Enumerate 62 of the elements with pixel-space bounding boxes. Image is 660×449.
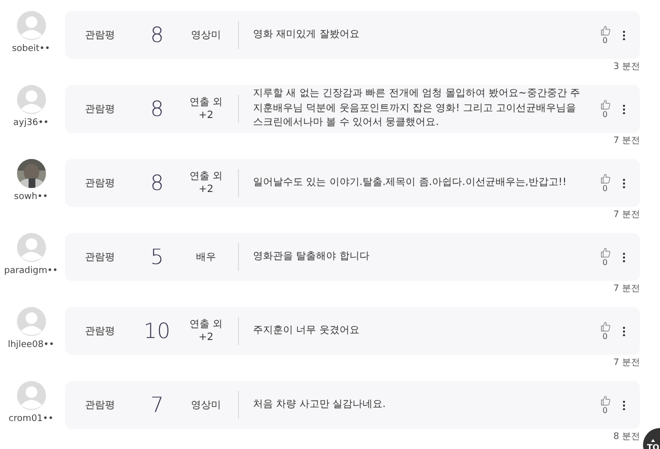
point-tag: 배우 (196, 250, 216, 264)
score: 8 (149, 171, 165, 195)
review-label: 관람평 (85, 29, 116, 42)
point-extra: +2 (198, 331, 214, 344)
avatar-icon (16, 85, 46, 114)
score: 5 (149, 245, 165, 269)
review-label: 관람평 (85, 251, 116, 264)
time-ago: 7 분전 (613, 284, 640, 294)
like-count: 0 (602, 332, 608, 341)
more-icon[interactable] (622, 178, 626, 188)
avatar-icon (16, 381, 46, 410)
point-tag: 연출 외 (189, 318, 223, 331)
like-count: 0 (602, 110, 608, 119)
point-extra: +2 (198, 183, 214, 196)
more-icon[interactable] (622, 104, 626, 114)
review-text: 주지훈이 너무 웃겼어요 (253, 324, 360, 338)
avatar-icon (16, 233, 46, 262)
username: paradigm•• (4, 266, 58, 276)
more-icon[interactable] (622, 400, 626, 410)
point-extra: +2 (198, 109, 214, 122)
review-label: 관람평 (85, 103, 116, 116)
score: 8 (149, 97, 165, 121)
time-ago: 3 분전 (613, 62, 640, 72)
score: 10 (142, 319, 172, 343)
thumbs-up-icon[interactable] (600, 321, 610, 332)
review-text: 일어날수도 있는 이야기.탈출.제목이 좀.아쉽다.이선균배우는,반갑고!! (253, 176, 568, 190)
time-ago: 8 분전 (613, 432, 640, 442)
like-count: 0 (602, 36, 608, 45)
username: sobeit•• (12, 44, 50, 54)
avatar-icon (16, 11, 46, 40)
time-ago: 7 분전 (613, 210, 640, 220)
review-text: 지루할 새 없는 긴장감과 빠른 전개에 엄청 몰입하여 봤어요~중간중간 주지훈배우님 덕분에 웃음포인트까지 잡은 영화! 그리고 고이선균배우님을 스크린에서나마 볼 수 있어서 뭉클했어요. (253, 87, 581, 130)
review-text: 영화 재미있게 잘봤어요 (253, 28, 360, 42)
thumbs-up-icon[interactable] (600, 99, 610, 110)
username: sowh•• (14, 192, 48, 202)
review-text: 영화관을 탈출해야 합니다 (253, 250, 370, 264)
avatar-icon (16, 307, 46, 336)
username: lhjlee08•• (8, 340, 54, 350)
time-ago: 7 분전 (613, 358, 640, 368)
review-label: 관람평 (85, 399, 116, 412)
thumbs-up-icon[interactable] (600, 247, 610, 258)
point-tag: 영상미 (191, 28, 221, 42)
time-ago: 7 분전 (613, 136, 640, 146)
point-tag: 영상미 (191, 398, 221, 412)
review-label: 관람평 (85, 325, 116, 338)
point-tag: 연출 외 (189, 170, 223, 183)
thumbs-up-icon[interactable] (600, 25, 610, 36)
more-icon[interactable] (622, 326, 626, 336)
review-label: 관람평 (85, 177, 116, 190)
more-icon[interactable] (622, 30, 626, 40)
like-count: 0 (602, 184, 608, 193)
score: 7 (149, 393, 165, 417)
username: crom01•• (8, 414, 54, 424)
review-text: 처음 차량 사고만 실감나네요. (253, 398, 387, 412)
more-icon[interactable] (622, 252, 626, 262)
score: 8 (149, 23, 165, 47)
thumbs-up-icon[interactable] (600, 173, 610, 184)
username: ayj36•• (13, 118, 49, 128)
like-count: 0 (602, 406, 608, 415)
like-count: 0 (602, 258, 608, 267)
point-tag: 연출 외 (189, 96, 223, 109)
thumbs-up-icon[interactable] (600, 395, 610, 406)
